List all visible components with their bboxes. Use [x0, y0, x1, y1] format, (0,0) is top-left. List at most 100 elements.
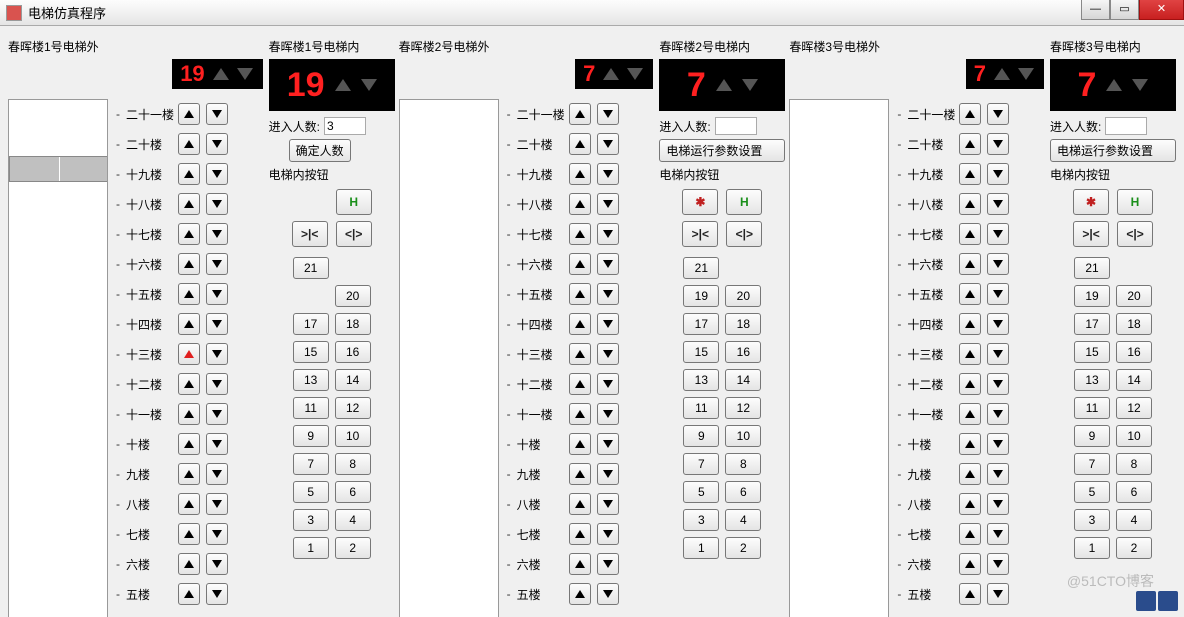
floor-button-13[interactable]: 13	[683, 369, 719, 391]
floor-button-5[interactable]: 5	[683, 481, 719, 503]
floor-button-17[interactable]: 17	[1074, 313, 1110, 335]
hall-call-down-button[interactable]	[206, 373, 228, 395]
floor-button-6[interactable]: 6	[725, 481, 761, 503]
hall-call-down-button[interactable]	[987, 253, 1009, 275]
hall-call-up-button[interactable]	[569, 493, 591, 515]
floor-button-14[interactable]: 14	[1116, 369, 1152, 391]
hall-call-up-button[interactable]	[178, 253, 200, 275]
hall-call-up-button[interactable]	[178, 133, 200, 155]
hall-call-down-button[interactable]	[987, 553, 1009, 575]
floor-button-16[interactable]: 16	[725, 341, 761, 363]
floor-button-3[interactable]: 3	[293, 509, 329, 531]
hall-call-down-button[interactable]	[206, 223, 228, 245]
enter-people-input[interactable]	[1105, 117, 1147, 135]
tray-icon[interactable]	[1158, 591, 1178, 611]
door-close-button[interactable]: <|>	[336, 221, 372, 247]
floor-button-4[interactable]: 4	[1116, 509, 1152, 531]
hall-call-up-button[interactable]	[959, 253, 981, 275]
floor-button-10[interactable]: 10	[335, 425, 371, 447]
hall-call-up-button[interactable]	[569, 463, 591, 485]
hall-call-down-button[interactable]	[987, 283, 1009, 305]
hall-call-down-button[interactable]	[987, 133, 1009, 155]
hall-call-up-button[interactable]	[178, 193, 200, 215]
door-open-button[interactable]: >|<	[682, 221, 718, 247]
floor-button-7[interactable]: 7	[1074, 453, 1110, 475]
hall-call-down-button[interactable]	[987, 403, 1009, 425]
minimize-button[interactable]: —	[1081, 0, 1110, 20]
hall-call-down-button[interactable]	[206, 493, 228, 515]
floor-button-21[interactable]: 21	[1074, 257, 1110, 279]
hall-call-down-button[interactable]	[597, 283, 619, 305]
hall-call-up-button[interactable]	[959, 313, 981, 335]
floor-button-8[interactable]: 8	[1116, 453, 1152, 475]
hall-call-down-button[interactable]	[597, 133, 619, 155]
params-button[interactable]: 电梯运行参数设置	[659, 139, 785, 162]
hall-call-down-button[interactable]	[206, 313, 228, 335]
floor-button-21[interactable]: 21	[293, 257, 329, 279]
hall-call-up-button[interactable]	[178, 493, 200, 515]
floor-button-9[interactable]: 9	[1074, 425, 1110, 447]
hall-call-down-button[interactable]	[597, 433, 619, 455]
hall-call-up-button[interactable]	[178, 373, 200, 395]
hall-call-down-button[interactable]	[597, 163, 619, 185]
floor-button-20[interactable]: 20	[1116, 285, 1152, 307]
floor-button-11[interactable]: 11	[1074, 397, 1110, 419]
floor-button-5[interactable]: 5	[1074, 481, 1110, 503]
hall-call-up-button[interactable]	[959, 193, 981, 215]
floor-button-14[interactable]: 14	[335, 369, 371, 391]
alarm-button[interactable]: ✱	[682, 189, 718, 215]
hall-call-up-button[interactable]	[178, 463, 200, 485]
hall-call-down-button[interactable]	[597, 583, 619, 605]
hall-call-down-button[interactable]	[597, 193, 619, 215]
floor-button-9[interactable]: 9	[293, 425, 329, 447]
floor-button-9[interactable]: 9	[683, 425, 719, 447]
hall-call-up-button[interactable]	[178, 313, 200, 335]
hall-call-up-button[interactable]	[959, 283, 981, 305]
hall-call-up-button[interactable]	[959, 493, 981, 515]
floor-button-6[interactable]: 6	[1116, 481, 1152, 503]
hall-call-down-button[interactable]	[597, 223, 619, 245]
hall-call-down-button[interactable]	[987, 583, 1009, 605]
floor-button-12[interactable]: 12	[1116, 397, 1152, 419]
enter-people-input[interactable]	[715, 117, 757, 135]
hall-call-up-button[interactable]	[569, 313, 591, 335]
hall-call-up-button[interactable]	[959, 133, 981, 155]
hall-call-up-button[interactable]	[569, 433, 591, 455]
hall-call-down-button[interactable]	[206, 463, 228, 485]
hall-call-down-button[interactable]	[987, 523, 1009, 545]
floor-button-13[interactable]: 13	[1074, 369, 1110, 391]
hall-call-down-button[interactable]	[597, 343, 619, 365]
hall-call-up-button[interactable]	[569, 583, 591, 605]
hall-call-up-button[interactable]	[959, 583, 981, 605]
floor-button-3[interactable]: 3	[1074, 509, 1110, 531]
hold-button[interactable]: H	[1117, 189, 1153, 215]
hall-call-up-button[interactable]	[569, 283, 591, 305]
floor-button-8[interactable]: 8	[725, 453, 761, 475]
floor-button-18[interactable]: 18	[1116, 313, 1152, 335]
hall-call-up-button[interactable]	[959, 373, 981, 395]
hall-call-up-button[interactable]	[569, 193, 591, 215]
floor-button-8[interactable]: 8	[335, 453, 371, 475]
floor-button-6[interactable]: 6	[335, 481, 371, 503]
hall-call-down-button[interactable]	[597, 493, 619, 515]
floor-button-13[interactable]: 13	[293, 369, 329, 391]
floor-button-17[interactable]: 17	[683, 313, 719, 335]
floor-button-4[interactable]: 4	[725, 509, 761, 531]
floor-button-14[interactable]: 14	[725, 369, 761, 391]
hall-call-up-button[interactable]	[178, 403, 200, 425]
hall-call-down-button[interactable]	[206, 343, 228, 365]
floor-button-20[interactable]: 20	[335, 285, 371, 307]
floor-button-2[interactable]: 2	[335, 537, 371, 559]
hall-call-up-button[interactable]	[959, 553, 981, 575]
hall-call-down-button[interactable]	[987, 193, 1009, 215]
floor-button-15[interactable]: 15	[293, 341, 329, 363]
hall-call-up-button[interactable]	[178, 223, 200, 245]
hall-call-up-button[interactable]	[569, 373, 591, 395]
hall-call-up-button[interactable]	[178, 583, 200, 605]
hall-call-down-button[interactable]	[987, 493, 1009, 515]
hall-call-down-button[interactable]	[987, 313, 1009, 335]
floor-button-11[interactable]: 11	[683, 397, 719, 419]
alarm-button[interactable]: ✱	[1073, 189, 1109, 215]
door-close-button[interactable]: <|>	[1117, 221, 1153, 247]
floor-button-19[interactable]: 19	[1074, 285, 1110, 307]
